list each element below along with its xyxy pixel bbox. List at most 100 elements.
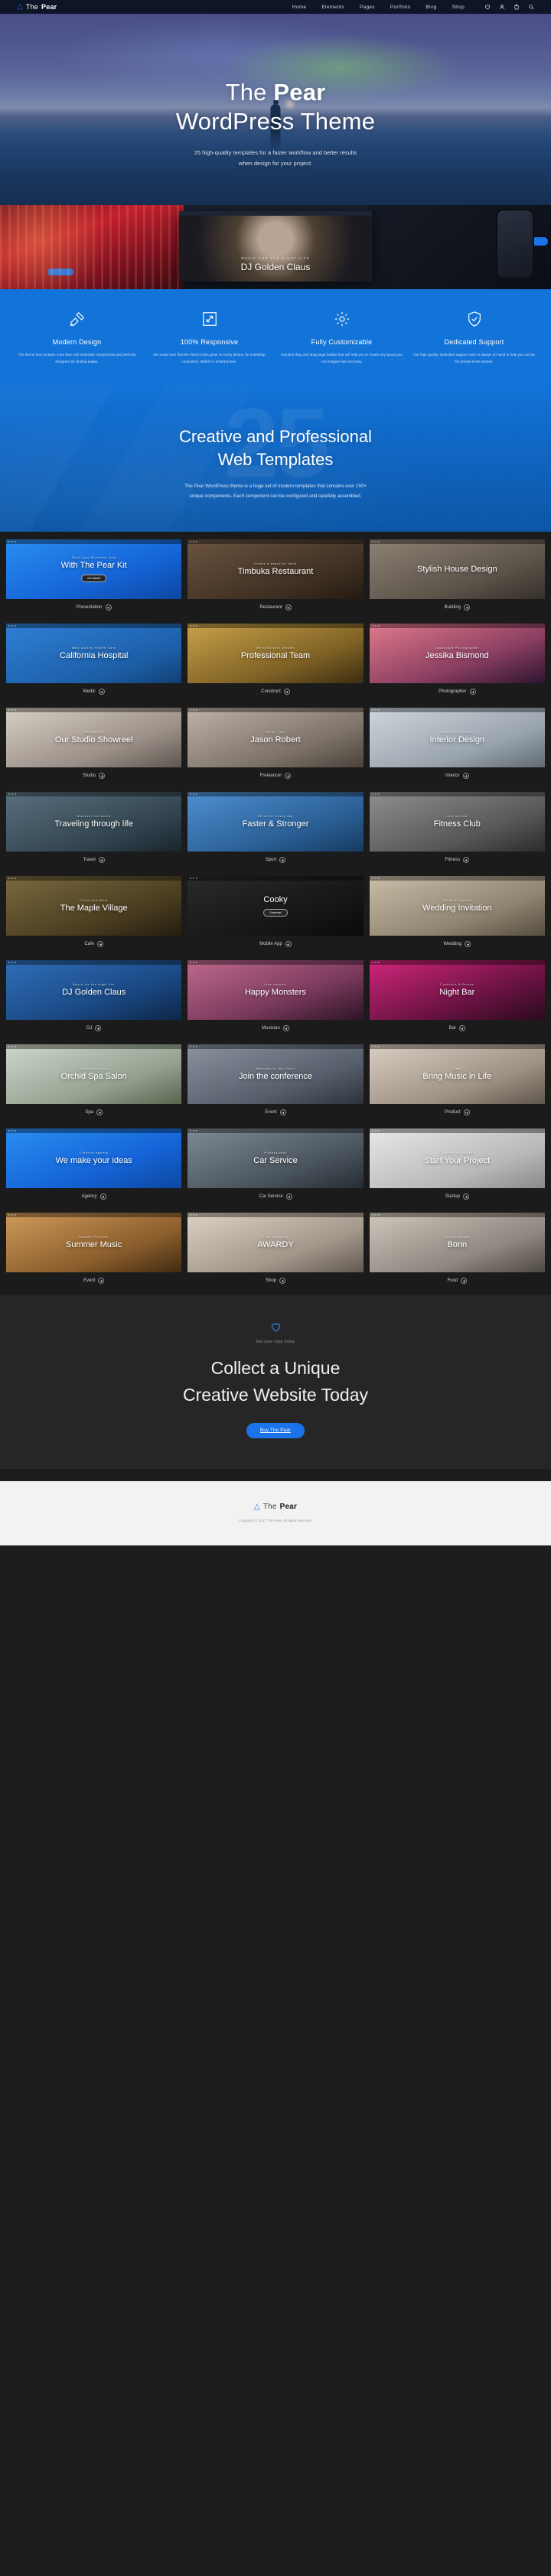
template-thumbnail[interactable]: Fine shopping AWARDY [187, 1213, 364, 1273]
template-thumbnail[interactable]: Welcome to Our Studio Showreel [6, 708, 182, 768]
plus-icon[interactable] [462, 773, 469, 780]
template-card[interactable]: Best quality Health Care California Hospi… [3, 620, 184, 705]
template-card[interactable]: Summer Festival Summer Music Event [3, 1210, 184, 1294]
nav-item-home[interactable]: Home [292, 5, 307, 10]
plus-icon[interactable] [462, 857, 469, 864]
nav-item-portfolio[interactable]: Portfolio [390, 5, 411, 10]
template-card[interactable]: Be better every day Faster & Stronger Spor… [184, 789, 366, 873]
template-thumbnail[interactable]: Creative Agency We make your ideas [6, 1128, 182, 1189]
template-card[interactable]: Creative Workspace Start Your Project Star… [367, 1125, 548, 1210]
plus-icon[interactable] [463, 1194, 469, 1200]
template-caption[interactable]: Wedding [370, 936, 545, 954]
template-card[interactable]: Cocktails & Drinks Night Bar Bar [367, 957, 548, 1041]
template-card[interactable]: Discover the world Traveling through life… [3, 789, 184, 873]
showcase-phone-thumb[interactable] [367, 205, 551, 289]
template-thumbnail[interactable]: Cooky Download [187, 876, 364, 936]
template-thumbnail[interactable]: We build your dreams Professional Team [187, 624, 364, 684]
template-caption[interactable]: Restaurant [187, 599, 363, 617]
search-icon[interactable] [528, 4, 534, 10]
template-caption[interactable]: Bar [370, 1020, 545, 1038]
template-thumbnail[interactable]: Creative Workspace Start Your Project [369, 1128, 545, 1189]
template-caption[interactable]: Interior [370, 767, 545, 786]
template-thumbnail[interactable]: Summer Festival Summer Music [6, 1213, 182, 1273]
template-thumbnail[interactable]: New Bring Music in Life [369, 1044, 545, 1105]
template-caption[interactable]: Travel [6, 852, 181, 870]
plus-icon[interactable] [97, 941, 103, 948]
template-caption[interactable]: Agency [6, 1188, 181, 1207]
plus-icon[interactable] [285, 773, 292, 780]
template-thumbnail[interactable]: Delicious food Bonn [369, 1213, 545, 1273]
template-caption[interactable]: Event [187, 1104, 363, 1122]
template-caption[interactable]: Studio [6, 767, 181, 786]
template-thumbnail[interactable]: Live concert Happy Monsters [187, 960, 364, 1021]
template-card[interactable]: Join us now Fitness Club Fitness [367, 789, 548, 873]
plus-icon[interactable] [464, 604, 470, 611]
template-caption[interactable]: Musician [187, 1020, 363, 1038]
template-thumbnail[interactable]: Landscape Photographer Jessika Bismond [369, 624, 545, 684]
plus-icon[interactable] [458, 1025, 465, 1032]
plus-icon[interactable] [279, 1278, 285, 1285]
logo[interactable]: △ The Pear [17, 3, 57, 11]
nav-item-elements[interactable]: Elements [321, 5, 344, 10]
template-caption[interactable]: Cafe [6, 936, 181, 954]
plus-icon[interactable] [96, 1109, 103, 1116]
template-card[interactable]: Ethan & Sophia Wedding Invitation Wedding [367, 873, 548, 957]
plus-icon[interactable] [95, 1025, 102, 1032]
nav-item-blog[interactable]: Blog [425, 5, 436, 10]
template-card[interactable]: Delicious food Bonn Food [367, 1210, 548, 1294]
plus-icon[interactable] [469, 689, 476, 695]
nav-item-pages[interactable]: Pages [360, 5, 375, 10]
template-caption[interactable]: Fitness [370, 852, 545, 870]
template-card[interactable]: Create a beautiful taste Timbuka Restaura… [184, 536, 366, 620]
template-caption[interactable]: Mobile App [187, 936, 363, 954]
template-caption[interactable]: Presentation [6, 599, 181, 617]
template-thumbnail[interactable]: Welcome to the Event Join the conference [187, 1044, 364, 1105]
template-caption[interactable]: Photographer [370, 683, 545, 702]
nav-item-shop[interactable]: Shop [452, 5, 465, 10]
plus-icon[interactable] [285, 604, 292, 611]
template-thumbnail[interactable]: Hello, I am Jason Robert [187, 708, 364, 768]
plus-icon[interactable] [99, 1194, 106, 1200]
template-card[interactable]: Welcome to the Event Join the conference E… [184, 1041, 366, 1125]
plus-icon[interactable] [283, 689, 290, 695]
buy-button[interactable]: Buy The Pear [246, 1423, 305, 1439]
template-cta[interactable]: Get Started [80, 575, 107, 583]
footer-logo[interactable]: △ The Pear [0, 1503, 551, 1511]
showcase-bar-thumb[interactable] [0, 205, 184, 289]
template-card[interactable]: Professional Car Service Car Service [184, 1125, 366, 1210]
template-thumbnail[interactable]: Music for the night life DJ Golden Claus [6, 960, 182, 1021]
plus-icon[interactable] [279, 857, 286, 864]
template-card[interactable]: Live concert Happy Monsters Musician [184, 957, 366, 1041]
template-thumbnail[interactable]: Discover the world Traveling through life [6, 792, 182, 852]
template-caption[interactable]: Car Service [187, 1188, 363, 1207]
template-thumbnail[interactable]: Relax your body Orchid Spa Salon [6, 1044, 182, 1105]
showcase-featured[interactable]: Music for the night life DJ Golden Claus [179, 211, 372, 282]
template-card[interactable]: Modern and Clean Interior Design Interior [367, 705, 548, 789]
template-caption[interactable]: Freelancer [187, 767, 363, 786]
template-caption[interactable]: Medic [6, 683, 181, 702]
user-icon[interactable] [499, 4, 505, 10]
template-card[interactable]: Cooky Download Mobile App [184, 873, 366, 957]
template-card[interactable]: Hello, I am Jason Robert Freelancer [184, 705, 366, 789]
template-card[interactable]: Fine shopping AWARDY Shop [184, 1210, 366, 1294]
plus-icon[interactable] [465, 941, 471, 948]
template-card[interactable]: Creative Agency We make your ideas Agency [3, 1125, 184, 1210]
plus-icon[interactable] [98, 689, 105, 695]
template-card[interactable]: New Bring Music in Life Product [367, 1041, 548, 1125]
template-caption[interactable]: Shop [187, 1272, 363, 1291]
template-card[interactable]: Music for the night life DJ Golden Claus D… [3, 957, 184, 1041]
plus-icon[interactable] [285, 941, 292, 948]
template-cta[interactable]: Download [263, 909, 288, 917]
template-caption[interactable]: Food [370, 1272, 545, 1291]
template-thumbnail[interactable]: Cocktails & Drinks Night Bar [369, 960, 545, 1021]
bag-icon[interactable] [514, 4, 520, 10]
template-caption[interactable]: Spa [6, 1104, 181, 1122]
template-caption[interactable]: Product [370, 1104, 545, 1122]
template-card[interactable]: Stylish House Design Building [367, 536, 548, 620]
plus-icon[interactable] [98, 1278, 105, 1285]
template-thumbnail[interactable]: Ethan & Sophia Wedding Invitation [369, 876, 545, 936]
template-thumbnail[interactable]: Start your Business Now With The Pear Kit… [6, 539, 182, 600]
template-thumbnail[interactable]: Stylish House Design [369, 539, 545, 600]
template-card[interactable]: Relax your body Orchid Spa Salon Spa [3, 1041, 184, 1125]
template-card[interactable]: Welcome to Our Studio Showreel Studio [3, 705, 184, 789]
